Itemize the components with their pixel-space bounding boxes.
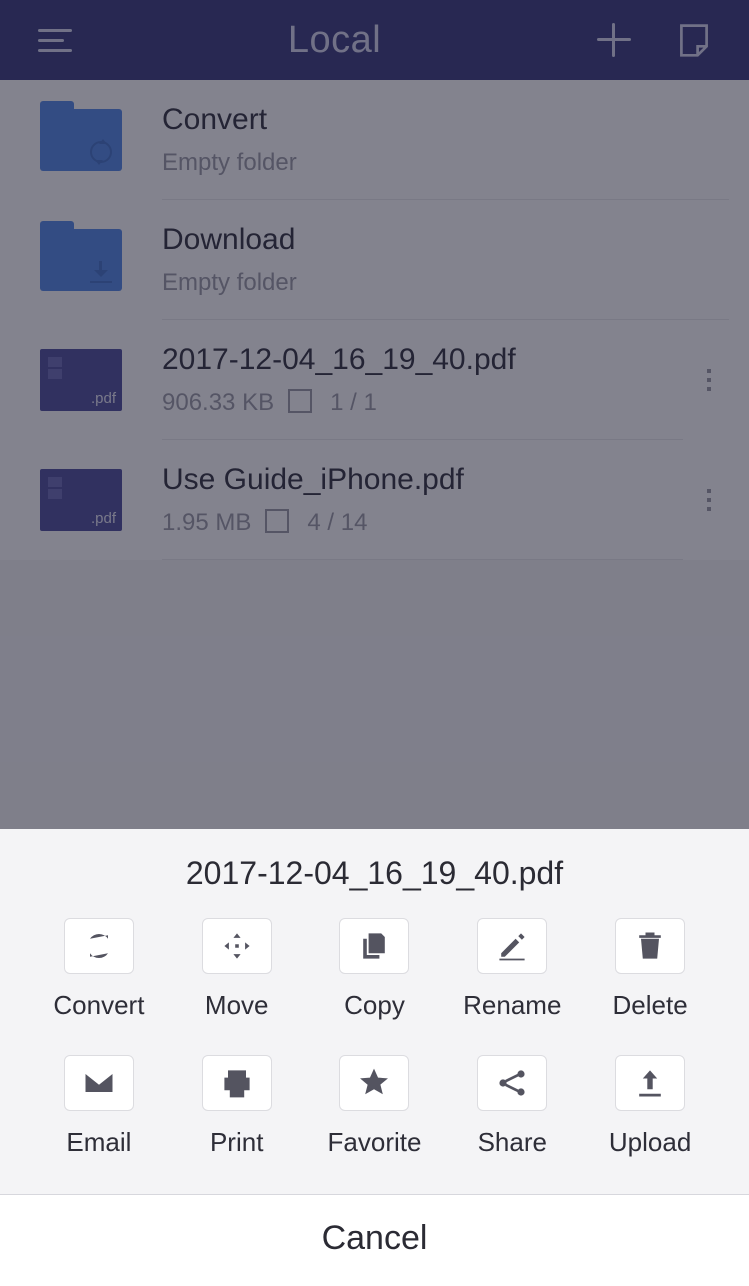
- action-delete[interactable]: Delete: [581, 918, 719, 1021]
- convert-icon: [81, 928, 117, 964]
- cancel-button[interactable]: Cancel: [0, 1194, 749, 1286]
- action-print[interactable]: Print: [168, 1055, 306, 1158]
- rename-icon: [494, 928, 530, 964]
- action-sheet: 2017-12-04_16_19_40.pdf Convert Move Cop…: [0, 829, 749, 1286]
- delete-icon: [632, 928, 668, 964]
- action-copy[interactable]: Copy: [306, 918, 444, 1021]
- action-convert[interactable]: Convert: [30, 918, 168, 1021]
- star-icon: [356, 1065, 392, 1101]
- sheet-title: 2017-12-04_16_19_40.pdf: [0, 829, 749, 912]
- action-favorite[interactable]: Favorite: [306, 1055, 444, 1158]
- upload-icon: [632, 1065, 668, 1101]
- action-email[interactable]: Email: [30, 1055, 168, 1158]
- action-grid: Convert Move Copy Rename Delete Email: [0, 912, 749, 1194]
- action-rename[interactable]: Rename: [443, 918, 581, 1021]
- email-icon: [81, 1065, 117, 1101]
- action-move[interactable]: Move: [168, 918, 306, 1021]
- action-share[interactable]: Share: [443, 1055, 581, 1158]
- action-upload[interactable]: Upload: [581, 1055, 719, 1158]
- move-icon: [219, 928, 255, 964]
- print-icon: [219, 1065, 255, 1101]
- share-icon: [494, 1065, 530, 1101]
- copy-icon: [356, 928, 392, 964]
